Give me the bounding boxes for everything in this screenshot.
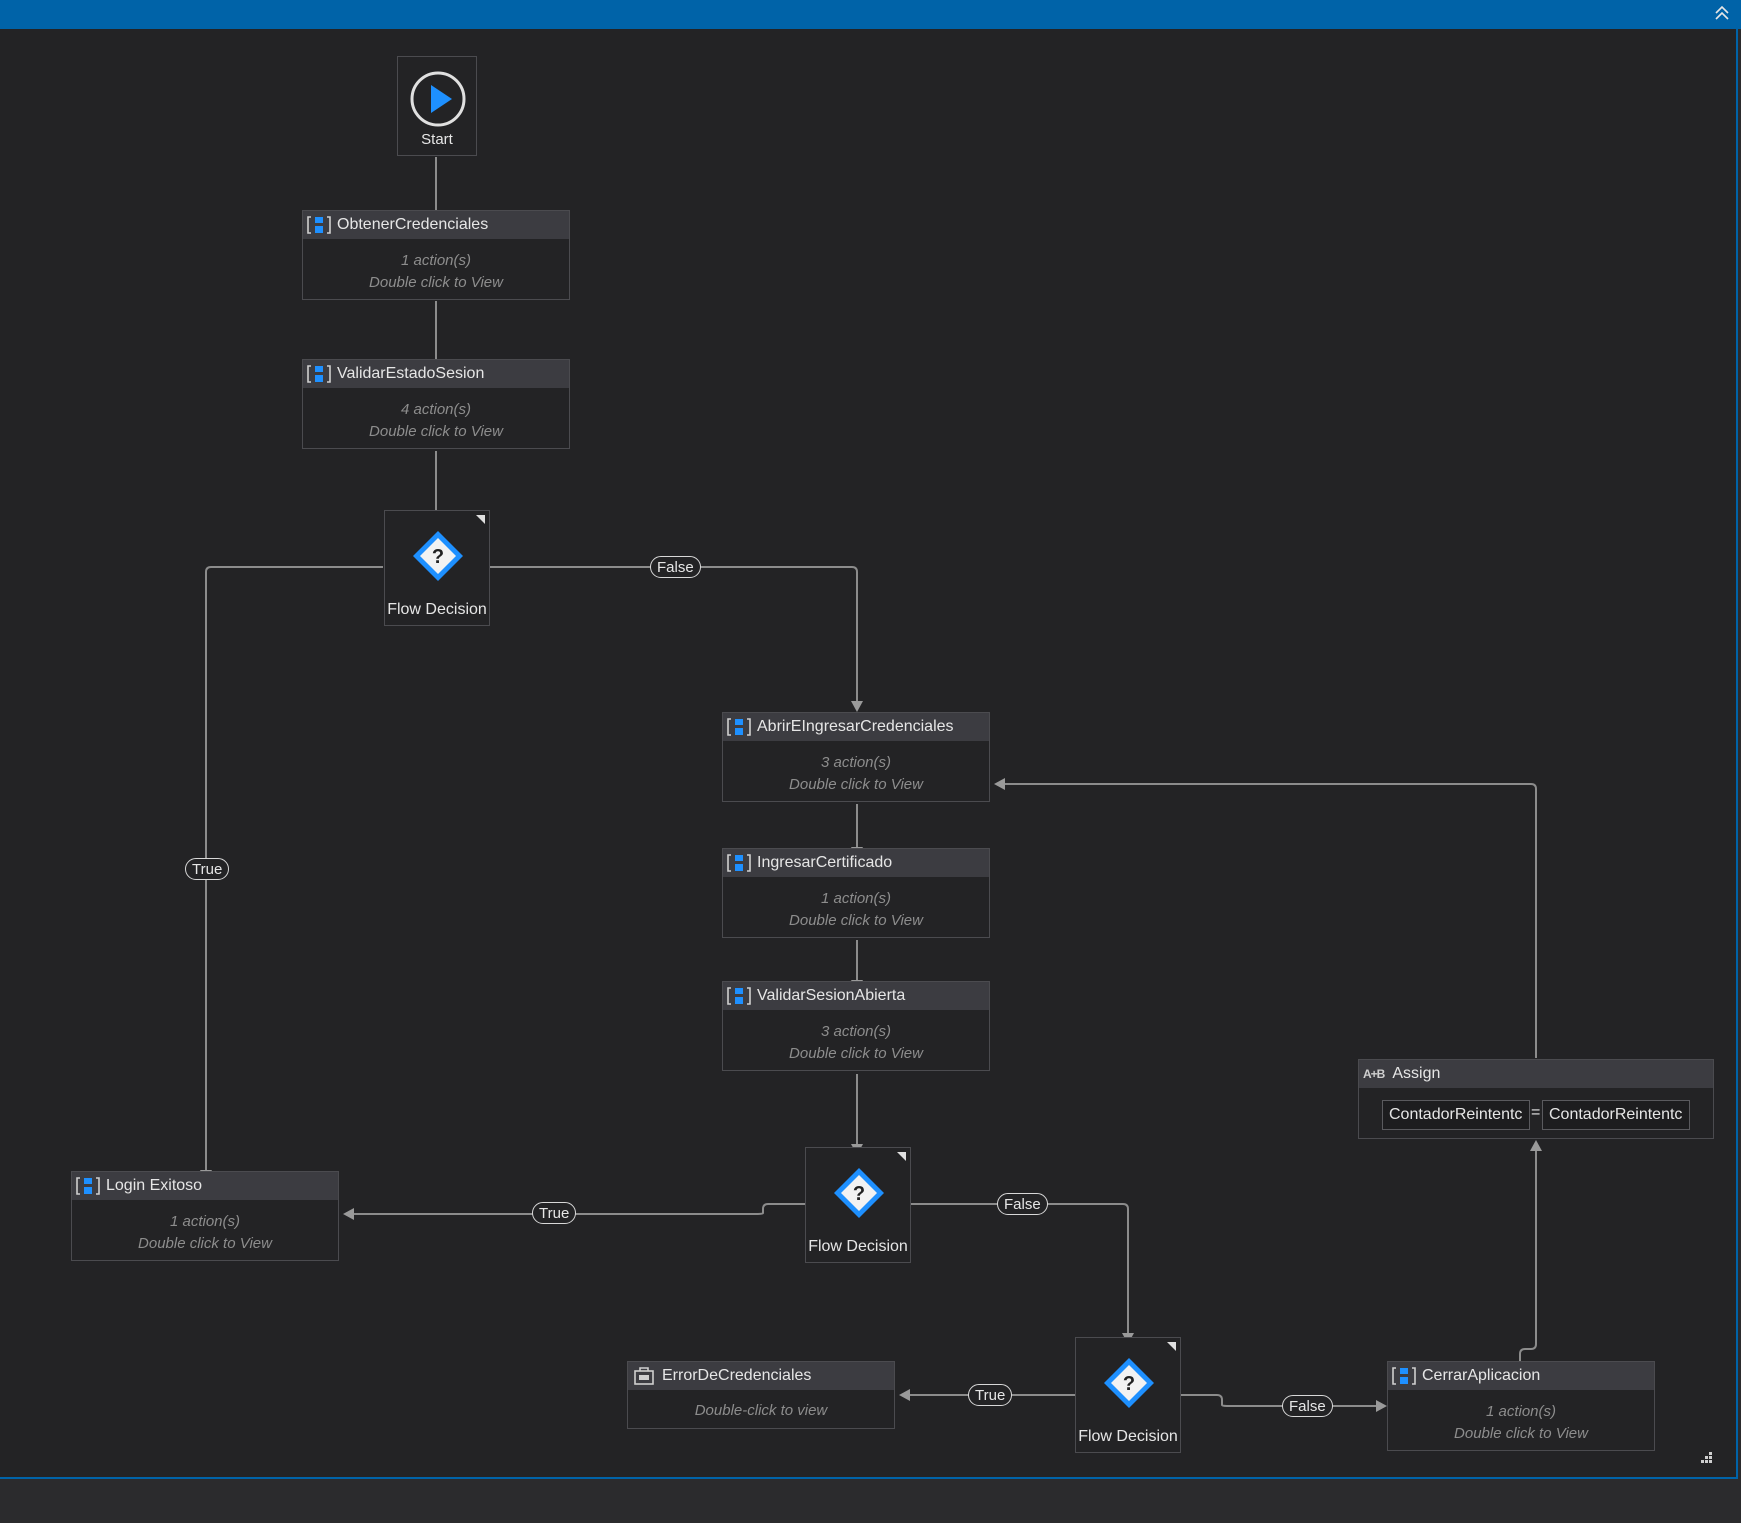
sequence-obtener-credenciales[interactable]: ObtenerCredenciales 1 action(s) Double c… (302, 210, 570, 300)
sequence-title: ObtenerCredenciales (337, 216, 489, 233)
sequence-title: CerrarAplicacion (1422, 1367, 1541, 1384)
flow-decision-label: Flow Decision (387, 601, 487, 618)
connector-arrow (1376, 1400, 1387, 1412)
edge-label-true[interactable]: True (532, 1202, 577, 1224)
sequence-icon (727, 854, 751, 872)
sequence-action-count: 3 action(s) (820, 1023, 892, 1040)
sequence-icon (307, 216, 331, 234)
flow-decision-1[interactable]: ? Flow Decision (384, 510, 490, 626)
sequence-hint: Double click to View (1454, 1425, 1588, 1442)
connector (354, 1203, 805, 1215)
sequence-hint: Double click to View (789, 1045, 923, 1062)
sequence-action-count: 1 action(s) (820, 890, 892, 907)
flowchart-canvas[interactable]: Start ObtenerCredenciales 1 action(s) Do… (0, 29, 1738, 1479)
sequence-action-count: 3 action(s) (820, 754, 892, 771)
sequence-header: AbrirEIngresarCredenciales (723, 713, 989, 741)
sequence-ingresar-certificado[interactable]: IngresarCertificado 1 action(s) Double c… (722, 848, 990, 938)
sequence-action-count: 1 action(s) (1485, 1403, 1557, 1420)
sequence-header: ValidarEstadoSesion (303, 360, 569, 388)
chevron-up-icon[interactable] (1711, 4, 1733, 24)
connector-arrow (994, 778, 1005, 790)
sequence-header: ValidarSesionAbierta (723, 982, 989, 1010)
connector (1181, 1394, 1376, 1407)
briefcase-icon (634, 1367, 654, 1385)
connector-arrow (899, 1389, 910, 1401)
start-label: Start (421, 131, 453, 148)
sequence-icon (1392, 1367, 1416, 1385)
svg-text:?: ? (432, 546, 444, 568)
edge-label-true[interactable]: True (968, 1384, 1013, 1406)
sequence-hint: Double click to View (789, 912, 923, 929)
sequence-title: Login Exitoso (106, 1177, 203, 1194)
connector-arrow (851, 701, 863, 712)
edge-label-false[interactable]: False (997, 1193, 1048, 1215)
svg-text:?: ? (853, 1183, 865, 1205)
designer-title-bar (0, 0, 1741, 29)
sequence-header: CerrarAplicacion (1388, 1362, 1654, 1390)
assign-to-field[interactable] (1382, 1100, 1530, 1130)
sequence-abrir-e-ingresar-credenciales[interactable]: AbrirEIngresarCredenciales 3 action(s) D… (722, 712, 990, 802)
flow-decision-label: Flow Decision (808, 1238, 908, 1255)
edge-label-true[interactable]: True (185, 858, 230, 880)
connector (1519, 1151, 1537, 1389)
sequence-hint: Double click to View (369, 274, 503, 291)
sequence-validar-estado-sesion[interactable]: ValidarEstadoSesion 4 action(s) Double c… (302, 359, 570, 449)
sequence-validar-sesion-abierta[interactable]: ValidarSesionAbierta 3 action(s) Double … (722, 981, 990, 1071)
activity-title: ErrorDeCredenciales (662, 1367, 812, 1384)
sequence-icon (727, 987, 751, 1005)
sequence-title: AbrirEIngresarCredenciales (757, 718, 954, 735)
sequence-cerrar-aplicacion[interactable]: CerrarAplicacion 1 action(s) Double clic… (1387, 1361, 1655, 1451)
question-diamond-icon: ? (834, 1168, 884, 1218)
question-diamond-icon: ? (1104, 1358, 1154, 1408)
activity-header: ErrorDeCredenciales (628, 1362, 894, 1390)
sequence-title: IngresarCertificado (757, 854, 893, 871)
question-diamond-icon: ? (413, 531, 463, 581)
sequence-action-count: 1 action(s) (400, 252, 472, 269)
sequence-icon (76, 1177, 100, 1195)
edge-label-false[interactable]: False (650, 556, 701, 578)
sequence-hint: Double click to View (369, 423, 503, 440)
assign-title: Assign (1392, 1065, 1441, 1082)
activity-error-de-credenciales[interactable]: ErrorDeCredenciales Double-click to view (627, 1361, 895, 1429)
sequence-hint: Double click to View (789, 776, 923, 793)
start-node[interactable]: Start (397, 56, 477, 156)
expand-corner-icon[interactable] (897, 1152, 906, 1161)
connector (205, 566, 383, 1170)
sequence-hint: Double click to View (138, 1235, 272, 1252)
sequence-title: ValidarSesionAbierta (757, 987, 906, 1004)
sequence-login-exitoso[interactable]: Login Exitoso 1 action(s) Double click t… (71, 1171, 339, 1261)
activity-hint: Double-click to view (694, 1402, 828, 1419)
assign-value-field[interactable] (1542, 1100, 1690, 1130)
flow-decision-2[interactable]: ? Flow Decision (805, 1147, 911, 1263)
play-icon (410, 71, 466, 127)
sequence-header: ObtenerCredenciales (303, 211, 569, 239)
assign-equals: = (1531, 1104, 1541, 1121)
assign-icon: A+B (1363, 1067, 1385, 1081)
connector-arrow (343, 1208, 354, 1220)
connector (911, 1203, 1129, 1333)
connector-arrow (1530, 1140, 1542, 1151)
connector (1005, 783, 1537, 1058)
edge-label-false[interactable]: False (1282, 1395, 1333, 1417)
sequence-header: Login Exitoso (72, 1172, 338, 1200)
flow-decision-label: Flow Decision (1078, 1428, 1178, 1445)
sequence-header: IngresarCertificado (723, 849, 989, 877)
sequence-icon (307, 365, 331, 383)
flow-decision-3[interactable]: ? Flow Decision (1075, 1337, 1181, 1453)
connector (490, 566, 858, 701)
expand-corner-icon[interactable] (476, 515, 485, 524)
sequence-title: ValidarEstadoSesion (337, 365, 485, 382)
expand-corner-icon[interactable] (1167, 1342, 1176, 1351)
sequence-action-count: 4 action(s) (400, 401, 472, 418)
assign-header: A+B Assign (1359, 1060, 1713, 1088)
fit-to-screen-icon[interactable] (1699, 1450, 1715, 1466)
sequence-icon (727, 718, 751, 736)
assign-activity[interactable]: A+B Assign = (1358, 1059, 1714, 1139)
sequence-action-count: 1 action(s) (169, 1213, 241, 1230)
svg-text:?: ? (1123, 1373, 1135, 1395)
